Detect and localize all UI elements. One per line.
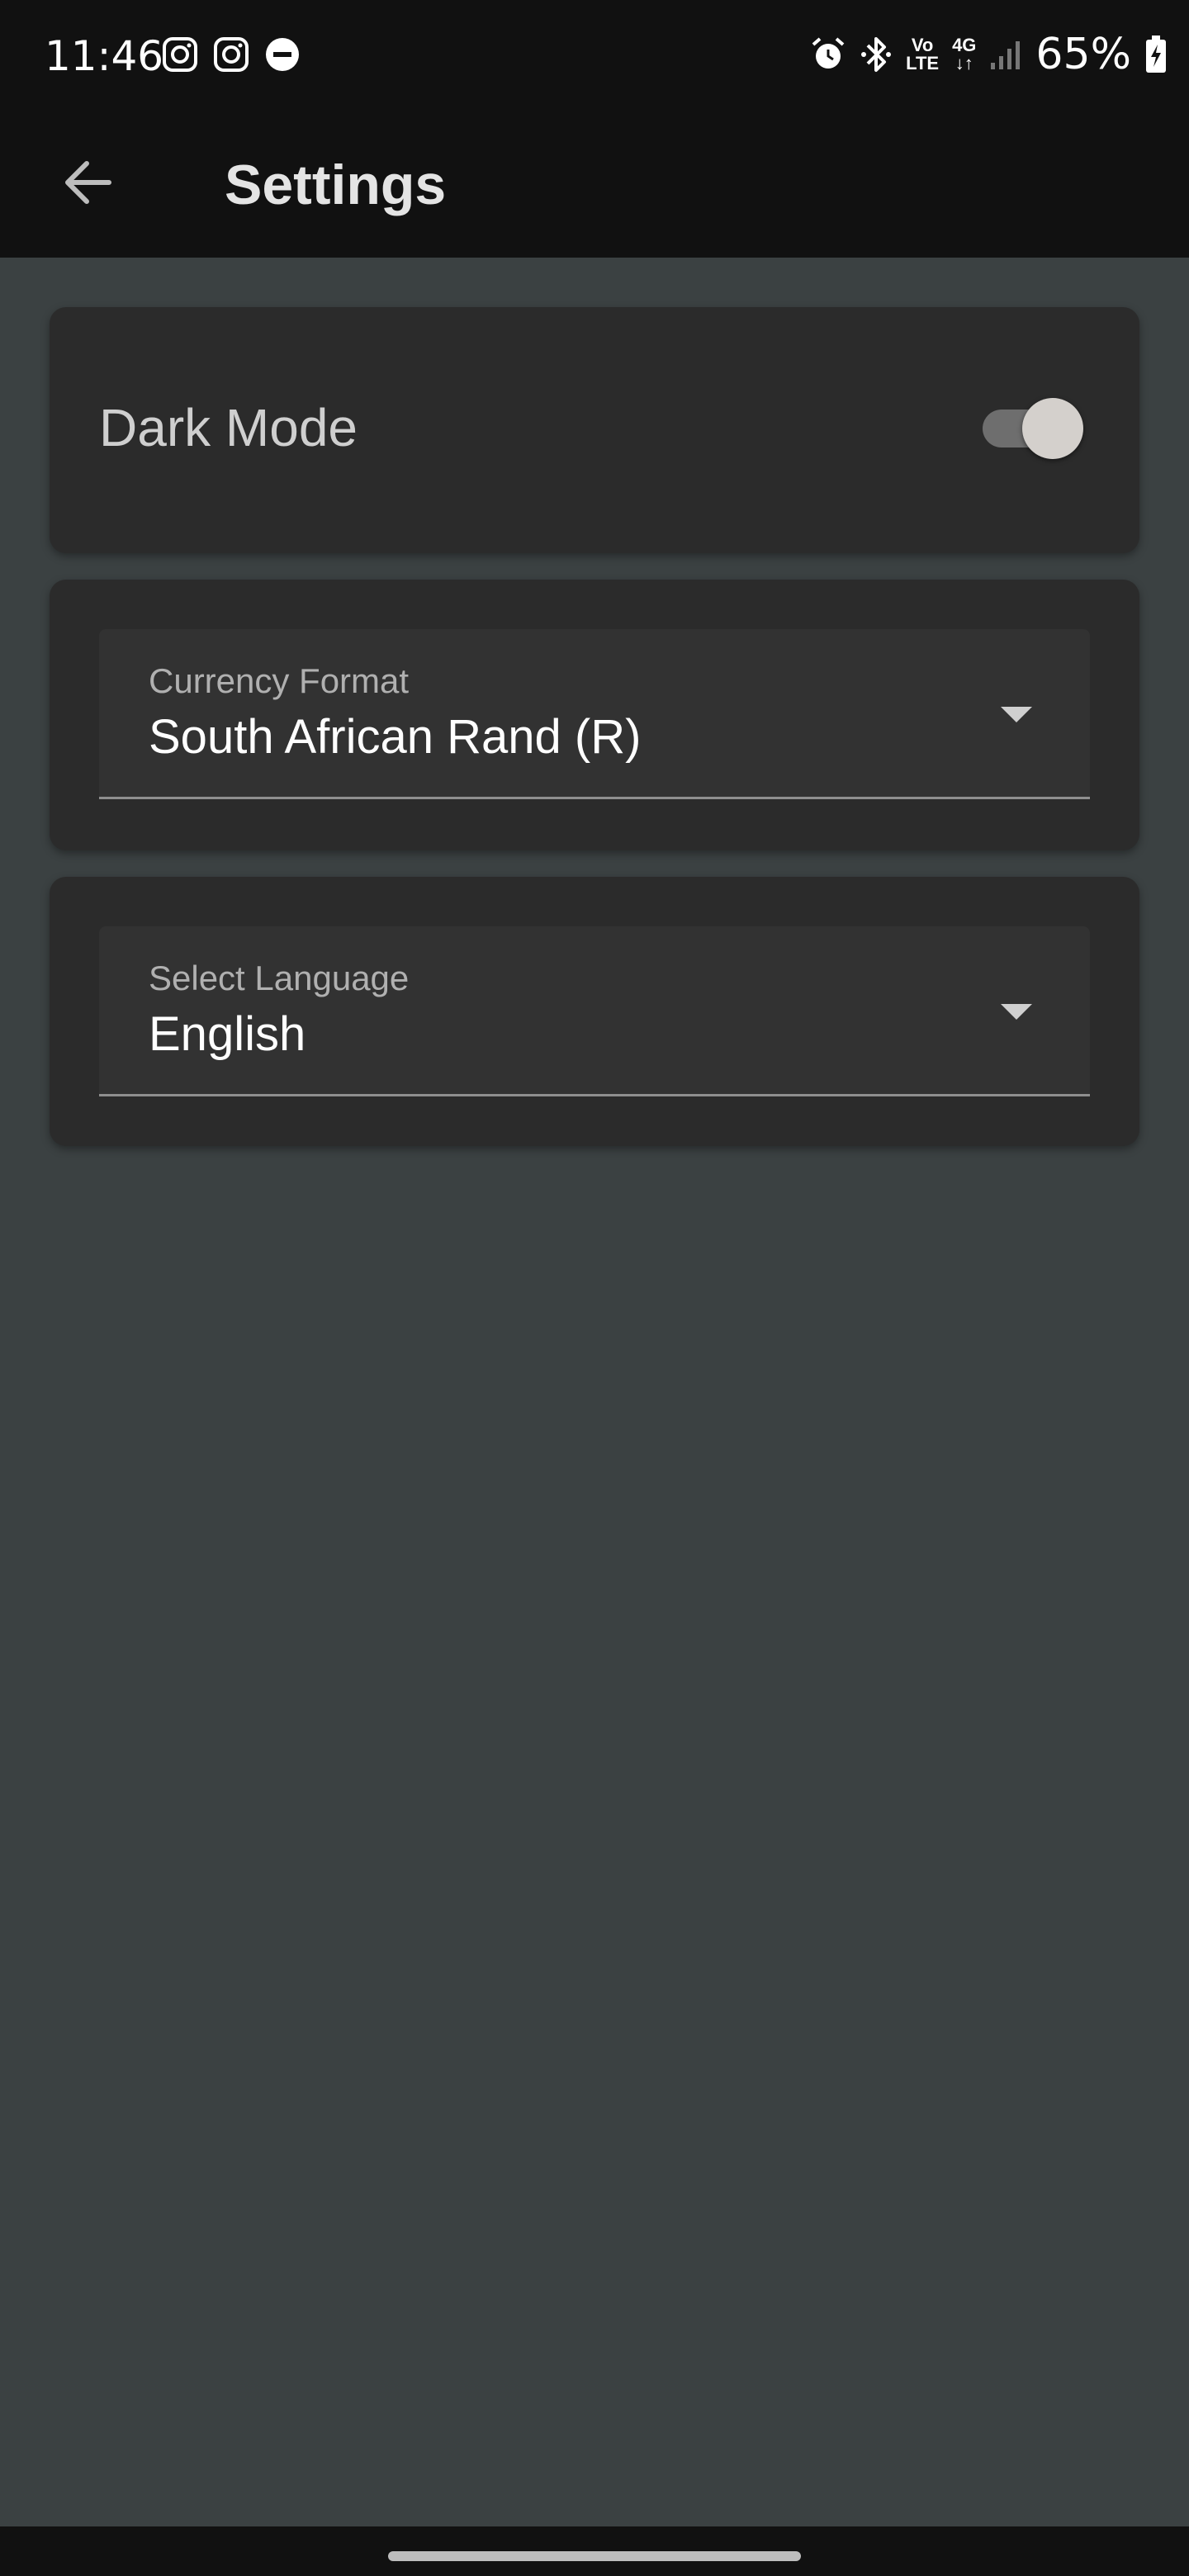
dropdown-arrow-icon xyxy=(1001,707,1032,722)
toggle-thumb xyxy=(1022,398,1083,459)
bluetooth-icon xyxy=(861,37,892,72)
instagram-icon xyxy=(163,37,197,72)
battery-charging-icon xyxy=(1146,36,1166,73)
currency-dropdown-value: South African Rand (R) xyxy=(149,710,642,764)
arrow-back-icon xyxy=(65,161,111,204)
back-button[interactable] xyxy=(50,145,124,220)
language-dropdown-label: Select Language xyxy=(149,959,410,997)
currency-dropdown-label: Currency Format xyxy=(149,661,410,700)
instagram-icon xyxy=(214,37,249,72)
navigation-bar xyxy=(0,2526,1189,2576)
alarm-icon xyxy=(812,37,845,69)
dark-mode-toggle[interactable] xyxy=(983,398,1083,459)
page-title: Settings xyxy=(225,154,447,216)
status-system-icons: Vo LTE 4G ↓↑ 65% xyxy=(810,28,1168,81)
status-bar: 11:46 Vo LTE 4G ↓↑ 65% xyxy=(0,0,1189,112)
4g-icon: 4G ↓↑ xyxy=(952,35,977,73)
battery-percentage: 65% xyxy=(1035,30,1131,79)
language-dropdown-value: English xyxy=(149,1007,306,1061)
dark-mode-label: Dark Mode xyxy=(99,398,358,457)
dark-mode-card: Dark Mode xyxy=(50,307,1139,553)
language-card: Select Language English xyxy=(50,877,1139,1146)
signal-icon xyxy=(991,41,1021,69)
dropdown-arrow-icon xyxy=(1001,1004,1032,1020)
language-dropdown[interactable]: Select Language English xyxy=(99,926,1090,1096)
currency-dropdown[interactable]: Currency Format South African Rand (R) xyxy=(99,629,1090,799)
status-time: 11:46 xyxy=(45,32,164,80)
currency-card: Currency Format South African Rand (R) xyxy=(50,580,1139,850)
volte-icon: Vo LTE xyxy=(906,35,940,73)
app-bar: Settings xyxy=(0,112,1189,258)
status-notification-icons xyxy=(162,36,301,73)
home-gesture-handle[interactable] xyxy=(388,2551,801,2561)
do-not-disturb-icon xyxy=(266,38,299,71)
